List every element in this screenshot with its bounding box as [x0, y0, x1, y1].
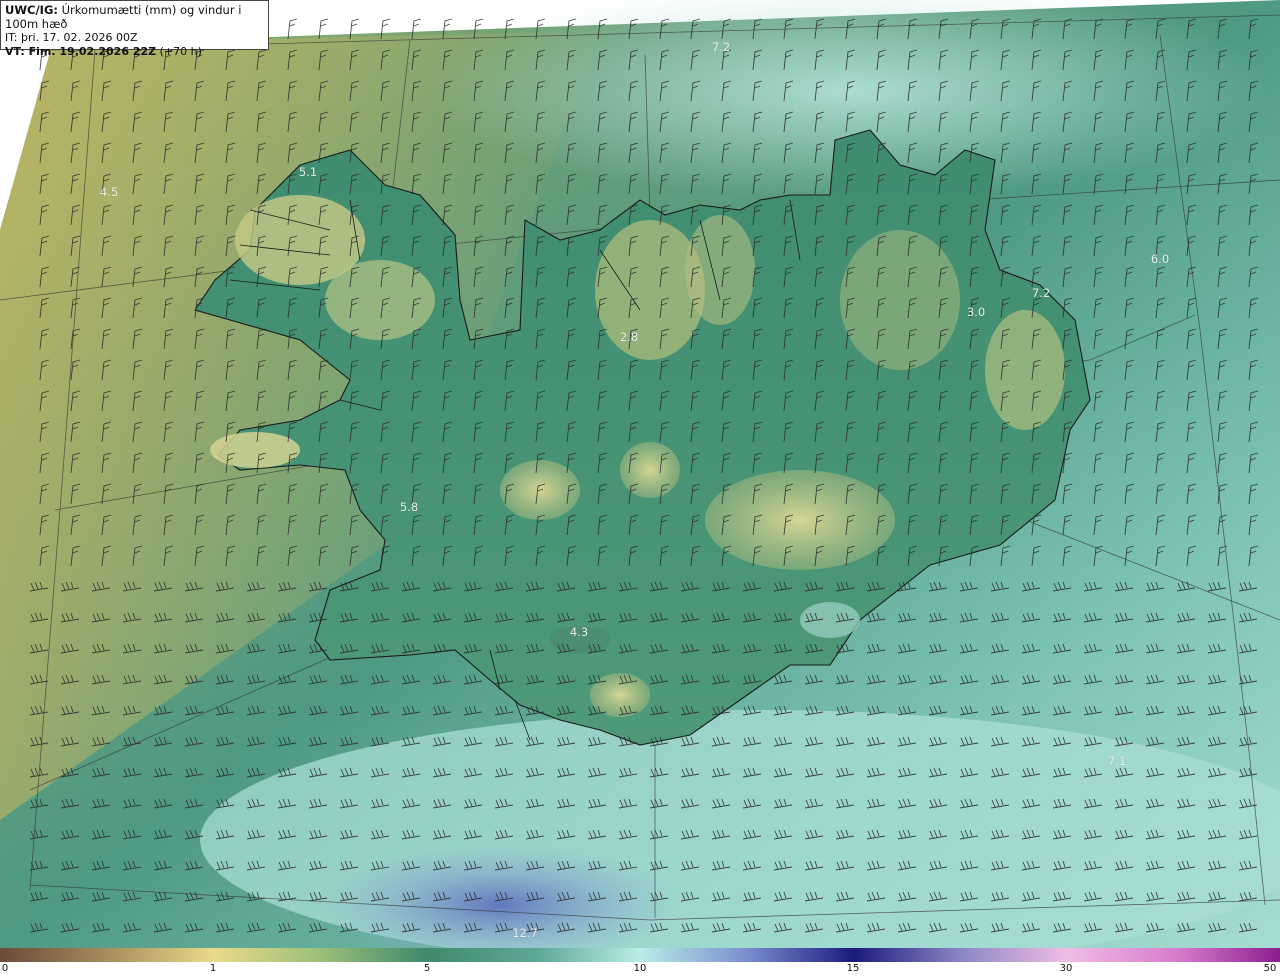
map-value-label: 2.8 [619, 330, 639, 344]
map-area: 7.2 5.1 4.5 6.0 7.2 3.0 2.8 5.8 4.3 7.1 … [0, 0, 1280, 948]
forecast-hour: (+70 h) [156, 44, 202, 58]
legend-tick-label: 0 [1, 963, 9, 974]
map-value-label: 7.2 [711, 40, 731, 54]
legend-tick-label: 50 [1263, 963, 1277, 974]
map-value-label: 6.0 [1150, 252, 1170, 266]
legend-colorbar [0, 948, 1280, 962]
map-value-label: 3.0 [966, 305, 986, 319]
map-value-label: 12.7 [512, 926, 538, 940]
map-value-label: 7.2 [1031, 286, 1051, 300]
map-info-box: UWC/IG: Úrkomumætti (mm) og vindur i 100… [0, 0, 269, 58]
map-value-label: 7.1 [1107, 754, 1127, 768]
color-legend: 0 1 5 10 15 30 50 [0, 948, 1280, 978]
map-value-label: 5.1 [298, 165, 318, 179]
legend-tick-label: 5 [423, 963, 431, 974]
legend-tick-label: 30 [1059, 963, 1073, 974]
legend-tick-label: 10 [633, 963, 647, 974]
map-value-label: 4.5 [99, 185, 119, 199]
legend-tick-label: 1 [209, 963, 217, 974]
map-value-label: 4.3 [569, 625, 589, 639]
wind-barb [287, 18, 298, 40]
map-value-label: 5.8 [399, 500, 419, 514]
map-canvas [0, 0, 1280, 948]
legend-tick-label: 15 [846, 963, 860, 974]
init-time: IT: þri. 17. 02. 2026 00Z [5, 31, 138, 44]
model-name: UWC/IG: [5, 3, 58, 17]
valid-time: VT: Fim. 19.02.2026 22Z [5, 44, 157, 58]
